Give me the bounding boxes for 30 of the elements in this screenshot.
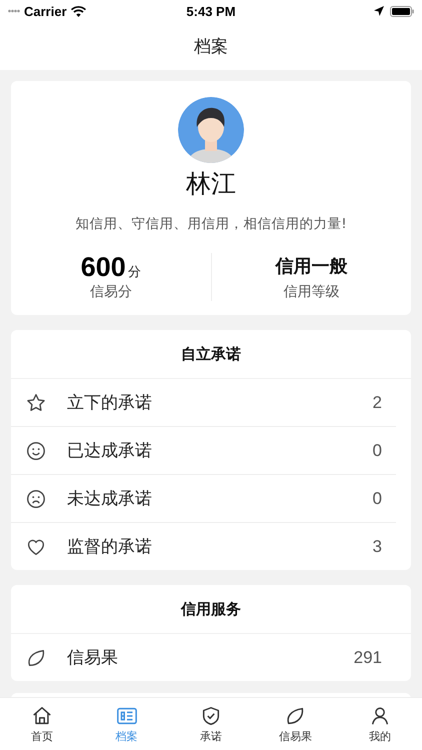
credit-score: 600 bbox=[80, 253, 126, 281]
tab[interactable]: 首页 bbox=[0, 698, 84, 750]
sad-face-icon bbox=[25, 488, 47, 510]
section-title: 自立承诺 bbox=[181, 344, 241, 364]
page-title: 档案 bbox=[194, 36, 228, 58]
star-icon bbox=[25, 392, 47, 414]
smiley-icon bbox=[25, 440, 47, 462]
tab[interactable]: 信易果 bbox=[253, 698, 338, 750]
clock-time: 5:43 PM bbox=[185, 4, 237, 18]
carrier-name: Carrier bbox=[24, 4, 67, 18]
user-name: 林江 bbox=[186, 169, 236, 199]
score-unit: 分 bbox=[128, 264, 141, 281]
location-arrow-icon bbox=[374, 6, 384, 16]
avatar bbox=[178, 97, 244, 163]
motto-text: 知信用、守信用、用信用，相信信用的力量! bbox=[75, 215, 347, 233]
list-item[interactable]: 监督的承诺 3 bbox=[11, 523, 396, 570]
list-item[interactable]: 已达成承诺 0 bbox=[11, 427, 396, 475]
list-item[interactable]: 立下的承诺 2 bbox=[11, 379, 396, 427]
wifi-icon bbox=[70, 6, 86, 16]
list-item[interactable]: 信易果 291 bbox=[11, 634, 396, 681]
section-title: 信用服务 bbox=[181, 600, 241, 618]
tab[interactable]: 我的 bbox=[338, 698, 422, 750]
battery-icon bbox=[390, 6, 414, 16]
level-label: 信用等级 bbox=[283, 283, 340, 301]
score-label: 信易分 bbox=[90, 283, 132, 301]
list-item[interactable]: 未达成承诺 0 bbox=[11, 475, 396, 523]
signal-icon bbox=[8, 9, 20, 13]
tab[interactable]: 承诺 bbox=[168, 698, 254, 750]
credit-level: 信用一般 bbox=[275, 255, 348, 279]
home-icon bbox=[31, 704, 54, 726]
